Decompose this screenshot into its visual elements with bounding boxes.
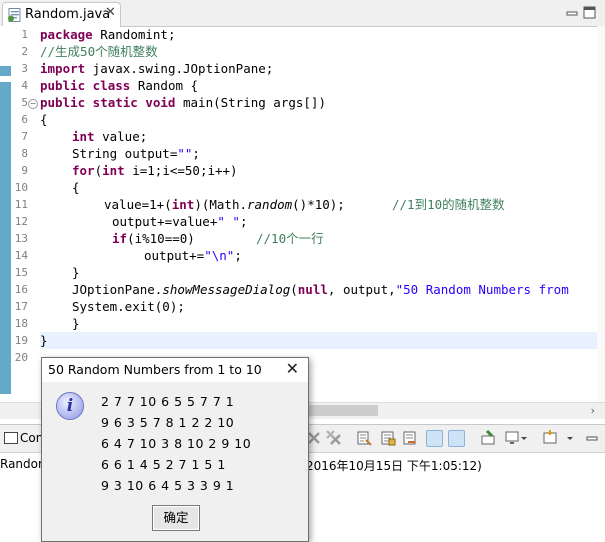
line-number: 7 [21,130,28,143]
code-line: JOptionPane.showMessageDialog(null, outp… [72,282,569,297]
change-marker [0,82,11,394]
pin-console-icon[interactable] [480,430,496,446]
line-number: 18 [14,317,28,330]
show-console-on-error-icon[interactable] [448,430,465,447]
line-number: 4 [21,79,28,92]
fold-collapse-icon[interactable]: − [28,99,38,109]
open-console-icon[interactable] [542,430,558,446]
editor-tab-bar: Random.java ✕ [0,0,605,27]
vertical-scrollbar[interactable] [597,26,605,402]
code-line: } [72,265,80,280]
display-selected-console-icon[interactable] [504,430,520,446]
message-line: 9 3 10 6 4 5 3 3 9 1 [101,478,235,493]
code-line: { [72,180,80,195]
line-number: 16 [14,283,28,296]
scroll-lock-icon[interactable] [380,430,396,446]
java-file-icon [8,8,21,22]
current-code-line: } [40,332,605,349]
ok-button[interactable]: 确定 [152,505,200,531]
quick-diff-ruler [0,26,14,416]
line-number: 9 [21,164,28,177]
message-dialog: 50 Random Numbers from 1 to 10 ✕ i 2 7 7… [41,357,309,542]
view-controls[interactable] [565,5,599,21]
message-line: 6 4 7 10 3 8 10 2 9 10 [101,436,252,451]
code-line: } [72,316,80,331]
line-number: 8 [21,147,28,160]
line-number: 6 [21,113,28,126]
line-number: 3 [21,62,28,75]
code-comment: //1到10的随机整数 [392,197,505,212]
code-line: System.exit(0); [72,299,185,314]
line-number: 13 [14,232,28,245]
close-icon[interactable]: ✕ [286,359,299,378]
code-line: int value; [72,129,148,144]
line-number: 2 [21,45,28,58]
editor-tab-random-java[interactable]: Random.java ✕ [2,2,121,27]
remove-all-terminated-icon[interactable] [326,430,342,446]
information-icon: i [56,392,84,420]
change-marker [0,66,11,76]
maximize-icon [583,6,596,19]
line-number: 14 [14,249,28,262]
console-tab-label[interactable]: Con [20,431,43,445]
message-line: 9 6 3 5 7 8 1 2 2 10 [101,415,235,430]
console-timestamp: 2016年10月15日 下午1:05:12) [306,459,482,473]
clear-console-icon[interactable] [356,430,372,446]
scroll-right-icon[interactable]: › [591,404,595,417]
code-line: for(int i=1;i<=50;i++) [72,163,238,178]
line-number: 17 [14,300,28,313]
message-line: 6 6 1 4 5 2 7 1 5 1 [101,457,226,472]
scrollbar-thumb[interactable] [300,405,378,416]
code-line: { [40,112,48,127]
code-line: if(i%10==0) [112,231,195,246]
chevron-down-icon[interactable] [520,430,528,446]
dialog-title-bar[interactable]: 50 Random Numbers from 1 to 10 ✕ [42,358,308,382]
line-number: 15 [14,266,28,279]
line-number: 1 [21,28,28,41]
code-line: public class Random { [40,78,199,93]
line-number: 12 [14,215,28,228]
line-number-gutter: 1 2 3 4 5 6 7 8 9 10 11 12 13 14 15 16 1… [14,26,38,416]
console-icon [4,432,18,444]
line-number: 20 [14,351,28,364]
line-number: 10 [14,181,28,194]
minimize-icon[interactable] [584,430,600,446]
code-area[interactable]: package Randomint; //生成50个随机整数 import ja… [40,26,605,376]
line-number: 5 [21,96,28,109]
code-line: output+=value+" "; [112,214,248,229]
dialog-title: 50 Random Numbers from 1 to 10 [48,362,262,377]
code-line: output+="\n"; [144,248,242,263]
message-line: 2 7 7 10 6 5 5 7 7 1 [101,394,235,409]
code-line: public static void main(String args[]) [40,95,326,110]
code-line: package Randomint; [40,27,176,42]
chevron-down-icon[interactable] [566,430,574,446]
show-console-on-output-icon[interactable] [426,430,443,447]
code-comment: //10个一行 [256,231,324,246]
minimize-icon [566,11,578,16]
code-line: //生成50个随机整数 [40,44,158,59]
code-line: import javax.swing.JOptionPane; [40,61,274,76]
code-line: String output=""; [72,146,200,161]
line-number: 11 [14,198,28,211]
line-number: 19 [14,334,28,347]
code-line: value=1+(int)(Math.random()*10); [104,197,345,212]
word-wrap-icon[interactable] [402,430,418,446]
tab-title: Random.java [25,7,111,22]
tab-close-icon[interactable]: ✕ [105,5,116,20]
